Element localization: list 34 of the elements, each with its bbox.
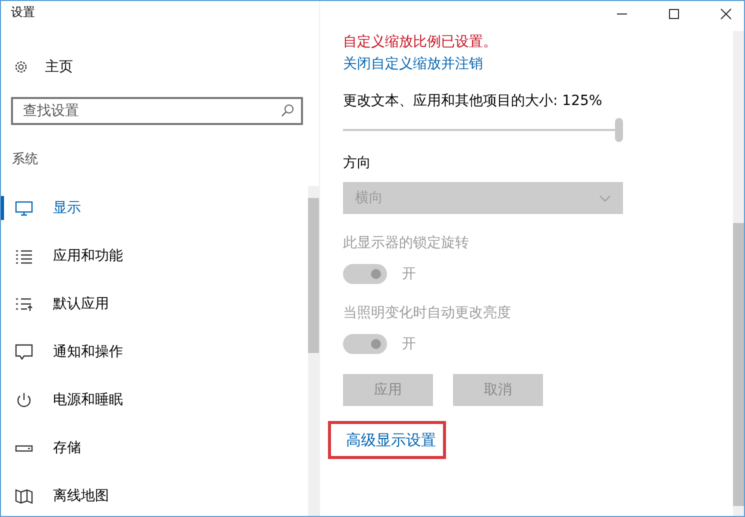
orientation-label: 方向 xyxy=(343,154,372,173)
scale-label: 更改文本、应用和其他项目的大小: 125% xyxy=(343,92,604,111)
gear-icon[interactable] xyxy=(13,59,29,75)
speech-bubble-icon xyxy=(15,344,33,360)
notice-text: 自定义缩放比例已设置。 xyxy=(343,33,498,52)
sidebar-item[interactable]: 应用和功能 xyxy=(1,232,295,280)
map-icon xyxy=(15,488,33,504)
list-icon xyxy=(15,248,33,264)
close-icon[interactable] xyxy=(720,8,732,20)
sidebar-item[interactable]: 显示 xyxy=(1,184,295,232)
search-icon xyxy=(281,104,294,117)
window-title: 设置 xyxy=(10,4,36,21)
toggle-label: 此显示器的锁定旋转 xyxy=(343,234,470,253)
scrollbar[interactable] xyxy=(733,31,744,516)
home-link[interactable]: 主页 xyxy=(45,58,73,76)
sidebar-item[interactable]: 通知和操作 xyxy=(1,328,295,376)
list-icon xyxy=(15,296,33,312)
power-icon xyxy=(15,392,33,408)
maximize-icon[interactable] xyxy=(668,8,680,20)
section-heading: 系统 xyxy=(11,151,39,169)
scrollbar[interactable] xyxy=(308,186,319,516)
toggle-state: 开 xyxy=(402,335,416,353)
sidebar-item[interactable]: 电源和睡眠 xyxy=(1,376,295,424)
chevron-down-icon xyxy=(599,194,611,202)
search-field[interactable]: 查找设置 xyxy=(11,97,303,125)
sidebar-item[interactable]: 存储 xyxy=(1,424,295,472)
sidebar-item[interactable]: 离线地图 xyxy=(1,472,295,516)
advanced-display-link[interactable]: 高级显示设置 xyxy=(346,430,436,450)
sidebar-item[interactable]: 默认应用 xyxy=(1,280,295,328)
scale-slider[interactable] xyxy=(343,118,623,142)
sign-out-link[interactable]: 关闭自定义缩放并注销 xyxy=(343,56,483,72)
monitor-icon xyxy=(15,200,33,216)
toggle-label: 当照明变化时自动更改亮度 xyxy=(343,304,512,323)
toggle-state: 开 xyxy=(402,265,416,283)
